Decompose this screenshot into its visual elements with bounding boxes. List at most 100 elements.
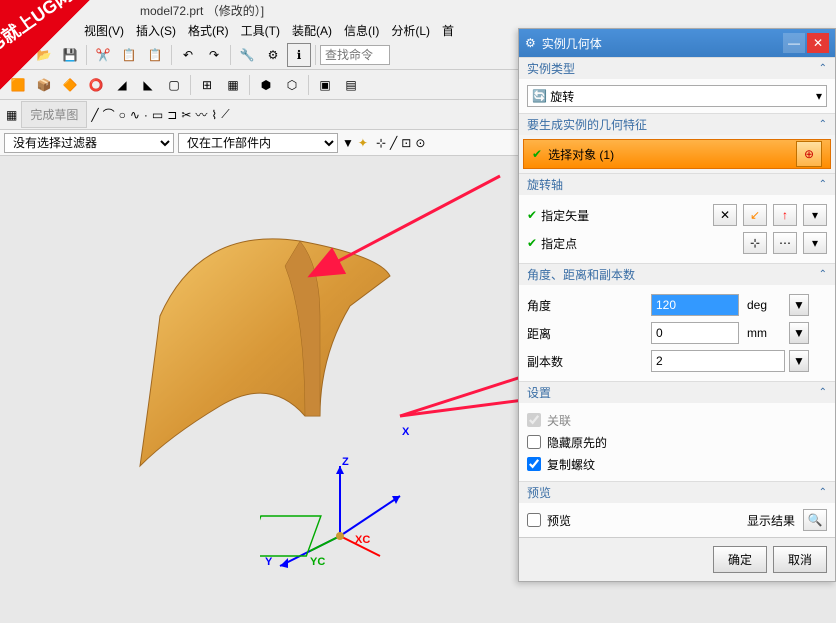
hide-original-checkbox[interactable] (527, 435, 541, 449)
hide-original-label: 隐藏原先的 (547, 434, 607, 451)
point-dropdown[interactable]: ▾ (803, 232, 827, 254)
tool-icon[interactable]: 🔧 (235, 43, 259, 67)
preview-label: 预览 (547, 512, 571, 529)
trim-icon[interactable]: ✂ (181, 108, 191, 122)
vector-dialog-button[interactable]: ✕ (713, 204, 737, 226)
preview-checkbox[interactable] (527, 513, 541, 527)
curve1-icon[interactable]: 〰 (195, 106, 207, 123)
filter-icon1[interactable]: ▼ (342, 136, 354, 150)
section-instance-type[interactable]: 实例类型⌃ (519, 57, 835, 79)
check-icon: ✔ (527, 208, 537, 222)
tool2-icon[interactable]: ⚙ (261, 43, 285, 67)
select-object-row[interactable]: ✔ 选择对象 (1) ⊕ (523, 139, 831, 169)
finish-sketch-button[interactable]: 完成草图 (21, 101, 87, 128)
feat1-icon[interactable]: ▣ (313, 73, 337, 97)
section-parameters[interactable]: 角度、距离和副本数⌃ (519, 263, 835, 285)
sketch-icon[interactable]: ▦ (6, 108, 17, 122)
rotate-icon: 🔄 (532, 89, 547, 103)
feat2-icon[interactable]: ▤ (339, 73, 363, 97)
chevron-down-icon: ▾ (816, 89, 822, 103)
check-icon: ✔ (532, 147, 542, 161)
distance-input[interactable] (651, 322, 739, 344)
minimize-button[interactable]: — (783, 33, 805, 53)
arc-icon[interactable]: ⌒ (103, 106, 115, 123)
unite-icon[interactable]: ⬢ (254, 73, 278, 97)
cancel-button[interactable]: 取消 (773, 546, 827, 573)
copies-label: 副本数 (527, 353, 647, 370)
angle-input[interactable] (651, 294, 739, 316)
check-icon: ✔ (527, 236, 537, 250)
mirror-icon[interactable]: ▦ (221, 73, 245, 97)
curve2-icon[interactable]: ⌇ (211, 108, 217, 122)
curve3-icon[interactable]: ⟋ (221, 107, 229, 122)
target-icon[interactable]: ⊕ (796, 141, 822, 167)
section-geometry[interactable]: 要生成实例的几何特征⌃ (519, 113, 835, 135)
section-settings[interactable]: 设置⌃ (519, 381, 835, 403)
vector-dropdown[interactable]: ▾ (803, 204, 827, 226)
scope-filter[interactable]: 仅在工作部件内 (178, 133, 338, 153)
angle-label: 角度 (527, 297, 647, 314)
distance-label: 距离 (527, 325, 647, 342)
selection-filter[interactable]: 没有选择过滤器 (4, 133, 174, 153)
offset-icon[interactable]: ⊐ (167, 108, 177, 122)
snap3-icon[interactable]: ⊡ (401, 136, 411, 150)
point-icon[interactable]: · (144, 108, 148, 122)
section-axis[interactable]: 旋转轴⌃ (519, 173, 835, 195)
redo-icon[interactable]: ↷ (202, 43, 226, 67)
axis-xc-label: XC (355, 534, 370, 546)
distance-dropdown[interactable]: ▼ (789, 322, 809, 344)
axis-x-label: X (402, 426, 409, 438)
watermark-banner: 9SUG 学UG就上UG网 (0, 0, 150, 100)
filter-icon2[interactable]: ✦ (358, 136, 368, 150)
specify-point-label: 指定点 (541, 235, 661, 252)
line-icon[interactable]: ╱ (91, 108, 98, 122)
menu-info[interactable]: 信息(I) (340, 20, 383, 41)
dialog-titlebar[interactable]: ⚙ 实例几何体 — ✕ (519, 29, 835, 57)
angle-unit: deg (743, 298, 785, 312)
axis-y-label: Y (265, 556, 272, 568)
associative-checkbox (527, 413, 541, 427)
shell-icon[interactable]: ▢ (162, 73, 186, 97)
chevron-up-icon: ⌃ (819, 63, 827, 74)
section-preview[interactable]: 预览⌃ (519, 481, 835, 503)
watermark-slogan: 学UG就上UG网 (0, 0, 77, 75)
copy-thread-label: 复制螺纹 (547, 456, 595, 473)
menu-pref[interactable]: 首 (438, 20, 458, 41)
type-select[interactable]: 🔄 旋转▾ (527, 85, 827, 107)
select-object-label: 选择对象 (1) (548, 146, 614, 163)
undo-icon[interactable]: ↶ (176, 43, 200, 67)
vector-axis-button[interactable]: ↑ (773, 204, 797, 226)
circle-icon[interactable]: ○ (119, 108, 126, 122)
coordinate-axes (260, 436, 420, 596)
chevron-up-icon: ⌃ (819, 387, 827, 398)
menu-format[interactable]: 格式(R) (184, 20, 233, 41)
menu-analysis[interactable]: 分析(L) (387, 20, 434, 41)
info-icon[interactable]: ℹ (287, 43, 311, 67)
angle-dropdown[interactable]: ▼ (789, 294, 809, 316)
spline-icon[interactable]: ∿ (130, 108, 140, 122)
snap1-icon[interactable]: ⊹ (376, 136, 386, 150)
snap4-icon[interactable]: ⊙ (415, 136, 425, 150)
copies-input[interactable] (651, 350, 785, 372)
command-search[interactable] (320, 45, 390, 65)
show-result-button[interactable]: 🔍 (803, 509, 827, 531)
3d-viewport[interactable]: X Z Y XC YC (0, 156, 518, 623)
subtract-icon[interactable]: ⬡ (280, 73, 304, 97)
chevron-up-icon: ⌃ (819, 269, 827, 280)
rect-icon[interactable]: ▭ (152, 108, 163, 122)
copy-thread-checkbox[interactable] (527, 457, 541, 471)
dialog-title-text: 实例几何体 (542, 35, 602, 52)
pattern-icon[interactable]: ⊞ (195, 73, 219, 97)
axis-z-label: Z (342, 456, 349, 468)
point-dialog-button[interactable]: ⊹ (743, 232, 767, 254)
point-picker-button[interactable]: ⋯ (773, 232, 797, 254)
instance-geometry-dialog: ⚙ 实例几何体 — ✕ 实例类型⌃ 🔄 旋转▾ 要生成实例的几何特征⌃ ✔ 选择… (518, 28, 836, 582)
copies-dropdown[interactable]: ▼ (789, 350, 809, 372)
close-button[interactable]: ✕ (807, 33, 829, 53)
snap2-icon[interactable]: ╱ (390, 136, 397, 150)
menu-tools[interactable]: 工具(T) (237, 20, 284, 41)
menu-assembly[interactable]: 装配(A) (288, 20, 336, 41)
vector-picker-button[interactable]: ↙ (743, 204, 767, 226)
specify-vector-label: 指定矢量 (541, 207, 661, 224)
ok-button[interactable]: 确定 (713, 546, 767, 573)
